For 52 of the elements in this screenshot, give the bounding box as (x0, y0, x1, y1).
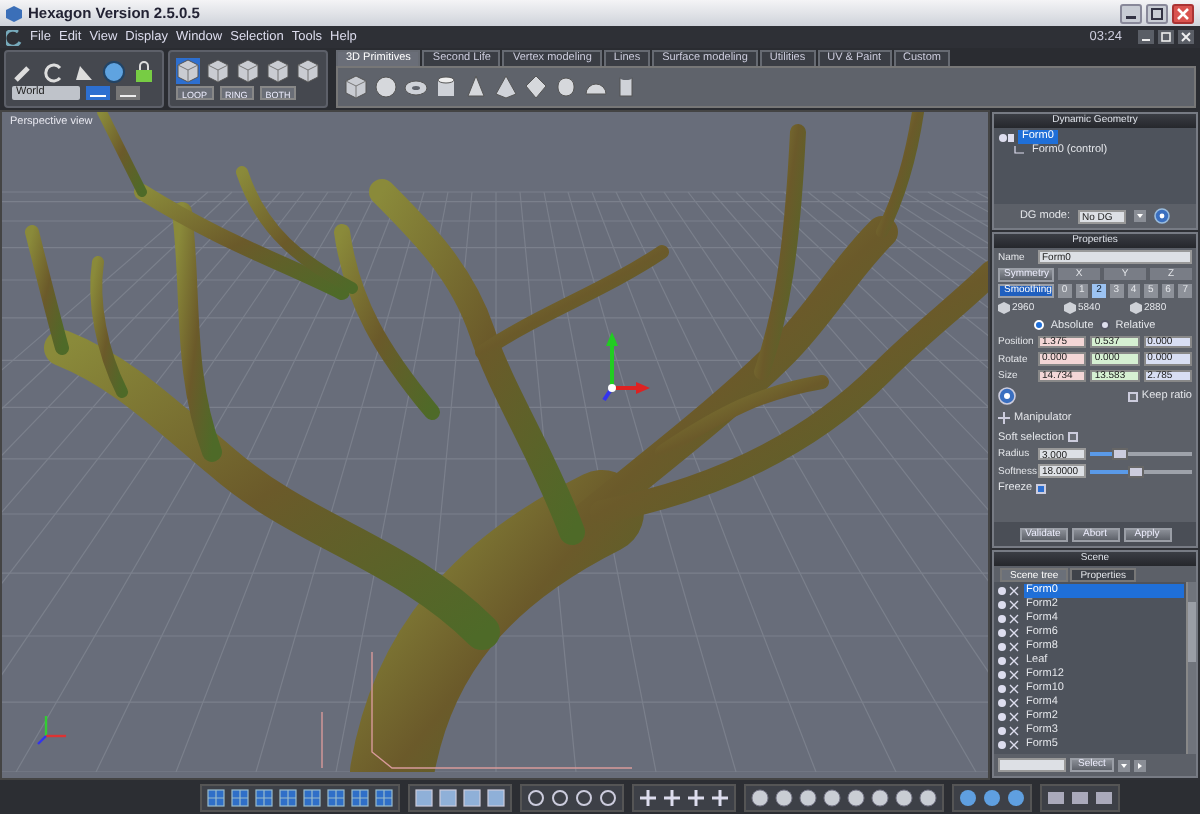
pyramid-icon[interactable] (494, 74, 518, 100)
transform-tool-icon[interactable] (662, 787, 682, 807)
view-layout-icon[interactable] (302, 787, 322, 807)
tree-branch-icon (1014, 145, 1024, 157)
cube-icon[interactable] (296, 58, 320, 84)
move-gizmo-icon[interactable] (602, 332, 650, 402)
dropdown-caret-icon[interactable] (1134, 210, 1147, 223)
cylinder-icon[interactable] (434, 74, 458, 100)
tube-icon[interactable] (614, 74, 638, 100)
transform-tool-icon[interactable] (710, 787, 730, 807)
cube-icon[interactable] (206, 58, 230, 84)
cube-icon (998, 302, 1010, 315)
radio-button[interactable] (1099, 320, 1110, 331)
minimize-icon[interactable] (1120, 3, 1142, 23)
cube-icon (1130, 302, 1142, 315)
scrollbar[interactable] (1186, 582, 1196, 754)
slider-thumb[interactable] (1127, 465, 1144, 478)
cone-icon[interactable] (464, 74, 488, 100)
view-layout-icon[interactable] (254, 787, 274, 807)
close-icon[interactable] (1172, 3, 1194, 23)
maximize-icon[interactable] (1146, 3, 1168, 23)
minimize-icon[interactable] (1138, 30, 1154, 44)
transform-tool-icon[interactable] (686, 787, 706, 807)
sphere-icon[interactable] (102, 59, 126, 83)
view-layout-icon[interactable] (326, 787, 346, 807)
checkbox[interactable] (1036, 483, 1047, 494)
restore-icon[interactable] (1158, 30, 1174, 44)
transform-tool-icon[interactable] (638, 787, 658, 807)
sphere-icon[interactable] (374, 74, 398, 100)
dropdown-icon[interactable] (1118, 759, 1130, 771)
view-layout-icon[interactable] (374, 787, 394, 807)
checkbox[interactable] (1127, 391, 1138, 402)
capsule-icon[interactable] (554, 74, 578, 100)
cube-icon[interactable] (344, 74, 368, 100)
view-layout-icon[interactable] (230, 787, 250, 807)
view-layout-icon[interactable] (350, 787, 370, 807)
lock-icon[interactable] (132, 59, 156, 83)
checkbox[interactable] (1068, 432, 1079, 443)
cube-icon[interactable] (266, 58, 290, 84)
diamond-icon[interactable] (524, 74, 548, 100)
axis-orientation-icon (37, 716, 66, 745)
manipulator-icon (998, 412, 1010, 425)
select-field[interactable] (998, 758, 1066, 772)
slider-thumb[interactable] (1112, 448, 1129, 461)
next-arrow-icon[interactable] (1134, 759, 1146, 771)
app-logo-icon (6, 5, 22, 21)
torus-icon[interactable] (404, 74, 428, 100)
view-layout-icon[interactable] (206, 787, 226, 807)
cube-icon[interactable] (236, 58, 260, 84)
selected-cube-icon[interactable] (176, 58, 200, 84)
cube-icon (1064, 302, 1076, 315)
view-layout-icon[interactable] (278, 787, 298, 807)
